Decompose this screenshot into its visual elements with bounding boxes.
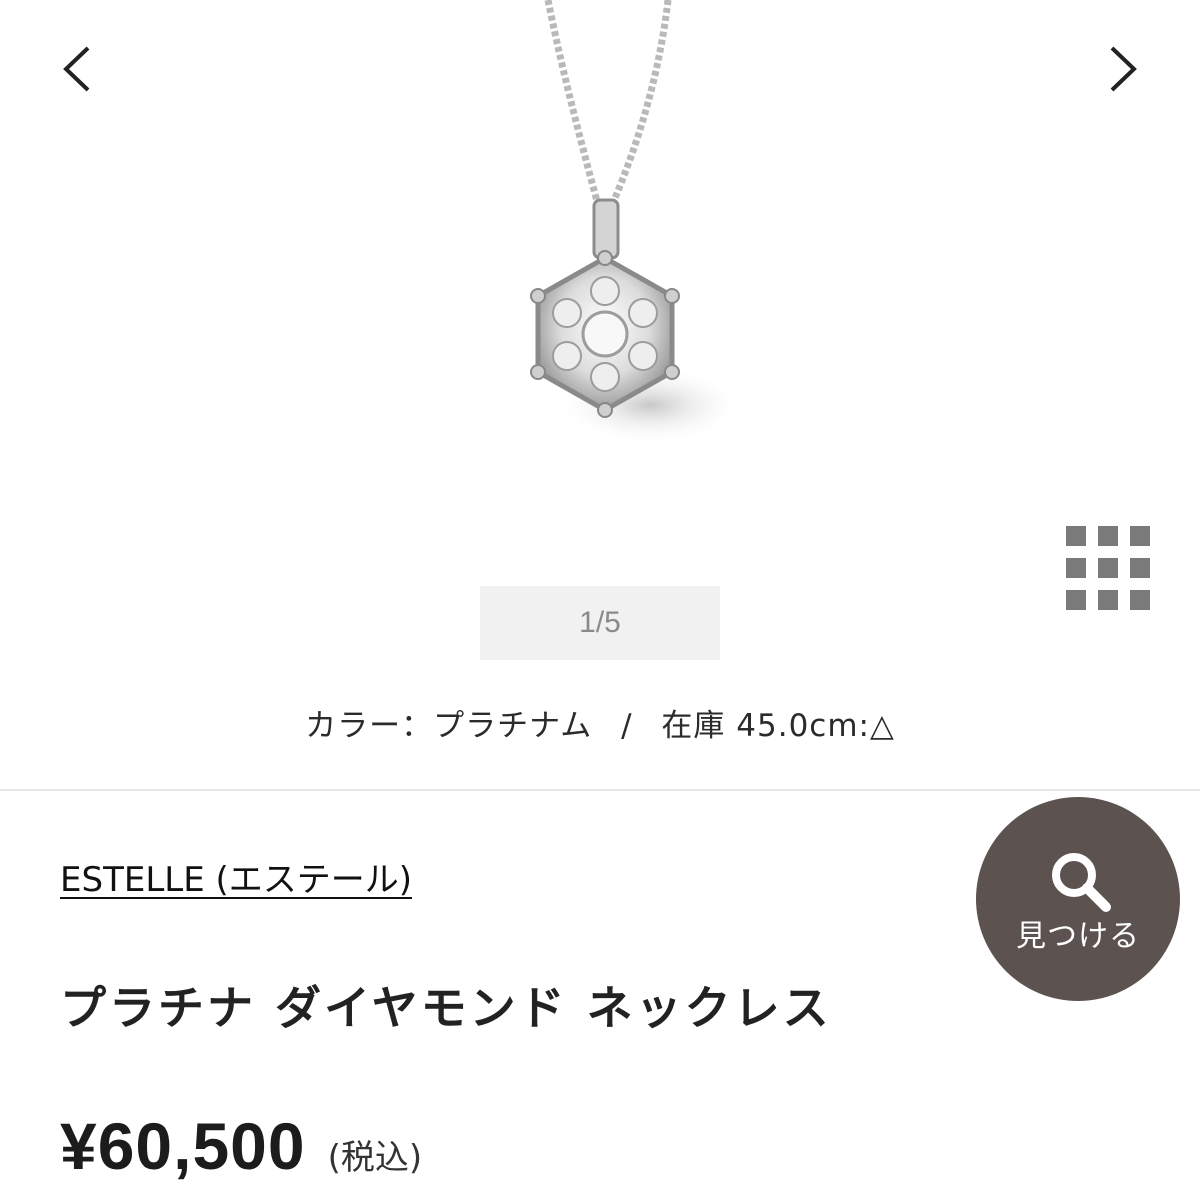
price-row: ¥60,500 (税込) — [60, 1108, 422, 1184]
previous-image-button[interactable] — [42, 34, 112, 104]
stock-label: 在庫 — [661, 708, 726, 744]
brand-link[interactable]: ESTELLE (エステール) — [60, 852, 412, 901]
grid-icon — [1066, 526, 1150, 610]
image-counter: 1/5 — [480, 586, 720, 660]
variant-separator: / — [621, 708, 633, 744]
chevron-left-icon — [63, 46, 90, 92]
product-gallery: 1/5 カラー：プラチナム / 在庫 45.0cm:△ — [0, 0, 1200, 780]
thumbnail-grid-button[interactable] — [1064, 524, 1152, 612]
next-image-button[interactable] — [1088, 34, 1158, 104]
variant-info: カラー：プラチナム / 在庫 45.0cm:△ — [0, 700, 1200, 745]
product-image — [530, 0, 745, 445]
product-name: プラチナ ダイヤモンド ネックレス — [60, 981, 832, 1035]
price: ¥60,500 — [60, 1109, 306, 1183]
find-button[interactable]: 見つける — [976, 797, 1180, 1001]
search-icon — [1052, 853, 1111, 912]
color-label: カラー：プラチナム — [305, 708, 593, 744]
section-divider — [0, 789, 1200, 791]
find-button-label: 見つける — [1016, 919, 1140, 954]
chevron-right-icon — [1110, 46, 1137, 92]
tax-note: (税込) — [327, 1138, 423, 1178]
stock-value: 45.0cm:△ — [736, 708, 895, 744]
